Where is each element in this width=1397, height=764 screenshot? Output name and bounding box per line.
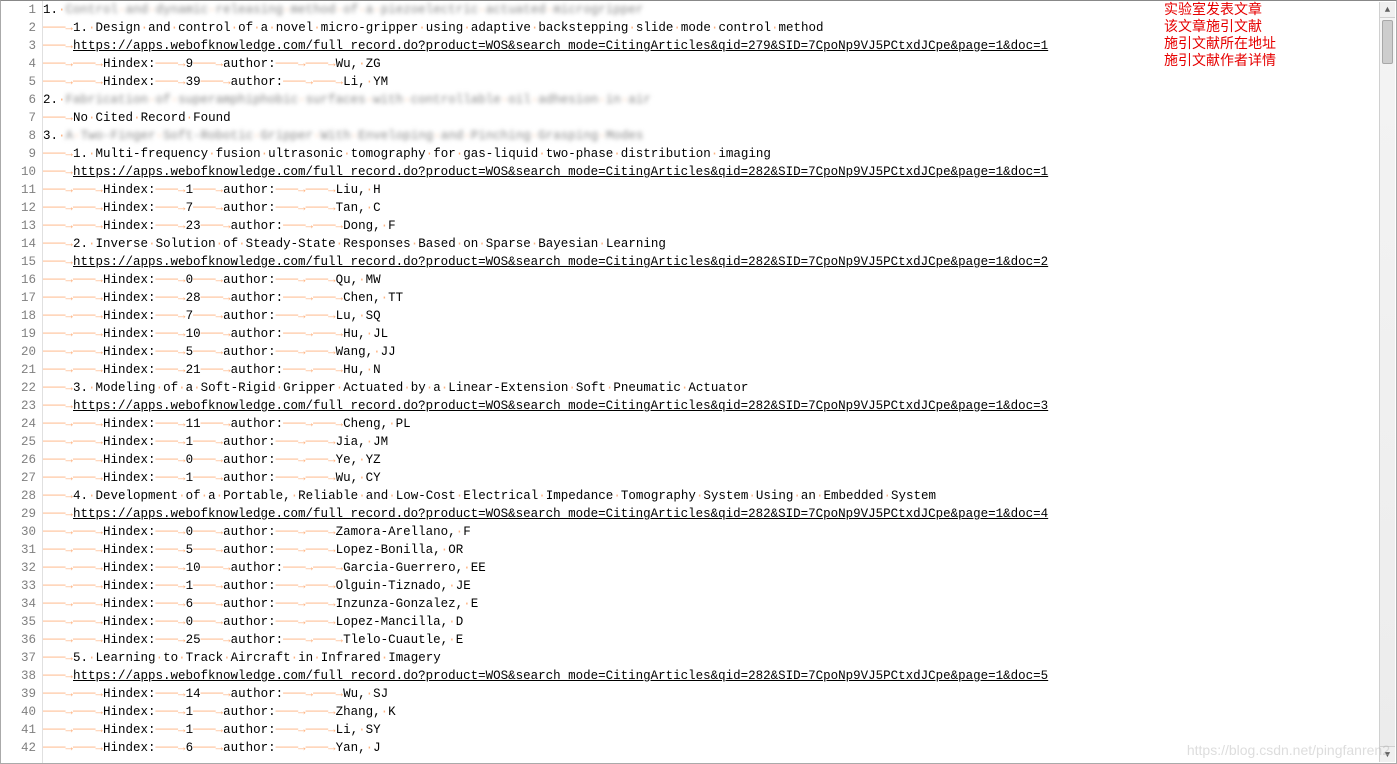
scroll-thumb[interactable] (1382, 20, 1393, 64)
line-number: 19 (1, 325, 36, 343)
line-number: 7 (1, 109, 36, 127)
line-number: 18 (1, 307, 36, 325)
line-number: 25 (1, 433, 36, 451)
line-number: 17 (1, 289, 36, 307)
author-line: ───→───→Hindex:───→10───→author:───→───→… (43, 325, 1396, 343)
citing-title-line: ───→1.·Multi-frequency·fusion·ultrasonic… (43, 145, 1396, 163)
line-number: 8 (1, 127, 36, 145)
author-line: ───→───→Hindex:───→1───→author:───→───→W… (43, 469, 1396, 487)
line-number: 32 (1, 559, 36, 577)
text-editor: 1234567891011121314151617181920212223242… (0, 0, 1397, 764)
author-line: ───→───→Hindex:───→6───→author:───→───→Y… (43, 739, 1396, 757)
author-line: ───→───→Hindex:───→9───→author:───→───→W… (43, 55, 1396, 73)
author-line: ───→───→Hindex:───→11───→author:───→───→… (43, 415, 1396, 433)
citing-title-line: ───→5.·Learning·to·Track·Aircraft·in·Inf… (43, 649, 1396, 667)
line-number: 37 (1, 649, 36, 667)
author-line: ───→───→Hindex:───→0───→author:───→───→Q… (43, 271, 1396, 289)
line-number-gutter: 1234567891011121314151617181920212223242… (1, 1, 43, 763)
record-url[interactable]: https://apps.webofknowledge.com/full_rec… (73, 37, 1048, 55)
author-line: ───→───→Hindex:───→23───→author:───→───→… (43, 217, 1396, 235)
citing-title-line: ───→1.·Design·and·control·of·a·novel·mic… (43, 19, 1396, 37)
line-number: 36 (1, 631, 36, 649)
scroll-up-button[interactable]: ▲ (1380, 2, 1395, 18)
line-number: 30 (1, 523, 36, 541)
author-line: ───→───→Hindex:───→28───→author:───→───→… (43, 289, 1396, 307)
author-line: ───→───→Hindex:───→0───→author:───→───→L… (43, 613, 1396, 631)
author-line: ───→───→Hindex:───→0───→author:───→───→Y… (43, 451, 1396, 469)
editor-content[interactable]: 1.·Control·and·dynamic·releasing·method·… (43, 1, 1396, 763)
url-line: ───→https://apps.webofknowledge.com/full… (43, 505, 1396, 523)
line-number: 9 (1, 145, 36, 163)
line-number: 1 (1, 1, 36, 19)
line-number: 39 (1, 685, 36, 703)
author-line: ───→───→Hindex:───→21───→author:───→───→… (43, 361, 1396, 379)
citing-title-line: ───→2.·Inverse·Solution·of·Steady-State·… (43, 235, 1396, 253)
article-title-line: 3.·A·Two-Finger·Soft-Robotic·Gripper·Wit… (43, 127, 1396, 145)
author-line: ───→───→Hindex:───→1───→author:───→───→O… (43, 577, 1396, 595)
line-number: 12 (1, 199, 36, 217)
author-line: ───→───→Hindex:───→1───→author:───→───→L… (43, 721, 1396, 739)
author-line: ───→───→Hindex:───→6───→author:───→───→I… (43, 595, 1396, 613)
line-number: 35 (1, 613, 36, 631)
author-line: ───→───→Hindex:───→1───→author:───→───→J… (43, 433, 1396, 451)
citing-title-line: ───→4.·Development·of·a·Portable,·Reliab… (43, 487, 1396, 505)
url-line: ───→https://apps.webofknowledge.com/full… (43, 253, 1396, 271)
line-number: 27 (1, 469, 36, 487)
line-number: 21 (1, 361, 36, 379)
line-number: 3 (1, 37, 36, 55)
author-line: ───→───→Hindex:───→0───→author:───→───→Z… (43, 523, 1396, 541)
author-line: ───→───→Hindex:───→1───→author:───→───→L… (43, 181, 1396, 199)
author-line: ───→───→Hindex:───→5───→author:───→───→L… (43, 541, 1396, 559)
line-number: 24 (1, 415, 36, 433)
line-number: 13 (1, 217, 36, 235)
record-url[interactable]: https://apps.webofknowledge.com/full_rec… (73, 667, 1048, 685)
scroll-down-button[interactable]: ▼ (1380, 746, 1395, 762)
record-url[interactable]: https://apps.webofknowledge.com/full_rec… (73, 397, 1048, 415)
line-number: 42 (1, 739, 36, 757)
author-line: ───→───→Hindex:───→7───→author:───→───→T… (43, 199, 1396, 217)
record-url[interactable]: https://apps.webofknowledge.com/full_rec… (73, 253, 1048, 271)
author-line: ───→───→Hindex:───→5───→author:───→───→W… (43, 343, 1396, 361)
line-number: 6 (1, 91, 36, 109)
line-number: 14 (1, 235, 36, 253)
line-number: 20 (1, 343, 36, 361)
url-line: ───→https://apps.webofknowledge.com/full… (43, 397, 1396, 415)
line-number: 38 (1, 667, 36, 685)
line-number: 22 (1, 379, 36, 397)
vertical-scrollbar[interactable]: ▲ ▼ (1379, 2, 1395, 762)
citing-title-line: ───→3.·Modeling·of·a·Soft-Rigid·Gripper·… (43, 379, 1396, 397)
line-number: 5 (1, 73, 36, 91)
author-line: ───→───→Hindex:───→25───→author:───→───→… (43, 631, 1396, 649)
article-title-line: 1.·Control·and·dynamic·releasing·method·… (43, 1, 1396, 19)
code-line: ───→No·Cited·Record·Found (43, 109, 1396, 127)
line-number: 40 (1, 703, 36, 721)
line-number: 23 (1, 397, 36, 415)
author-line: ───→───→Hindex:───→14───→author:───→───→… (43, 685, 1396, 703)
line-number: 28 (1, 487, 36, 505)
line-number: 41 (1, 721, 36, 739)
article-title-line: 2.·Fabrication·of·superamphiphobic·surfa… (43, 91, 1396, 109)
line-number: 33 (1, 577, 36, 595)
line-number: 16 (1, 271, 36, 289)
line-number: 4 (1, 55, 36, 73)
author-line: ───→───→Hindex:───→7───→author:───→───→L… (43, 307, 1396, 325)
url-line: ───→https://apps.webofknowledge.com/full… (43, 667, 1396, 685)
record-url[interactable]: https://apps.webofknowledge.com/full_rec… (73, 505, 1048, 523)
record-url[interactable]: https://apps.webofknowledge.com/full_rec… (73, 163, 1048, 181)
line-number: 29 (1, 505, 36, 523)
url-line: ───→https://apps.webofknowledge.com/full… (43, 163, 1396, 181)
line-number: 2 (1, 19, 36, 37)
line-number: 34 (1, 595, 36, 613)
line-number: 31 (1, 541, 36, 559)
url-line: ───→https://apps.webofknowledge.com/full… (43, 37, 1396, 55)
author-line: ───→───→Hindex:───→1───→author:───→───→Z… (43, 703, 1396, 721)
line-number: 26 (1, 451, 36, 469)
line-number: 11 (1, 181, 36, 199)
line-number: 10 (1, 163, 36, 181)
author-line: ───→───→Hindex:───→39───→author:───→───→… (43, 73, 1396, 91)
line-number: 15 (1, 253, 36, 271)
author-line: ───→───→Hindex:───→10───→author:───→───→… (43, 559, 1396, 577)
